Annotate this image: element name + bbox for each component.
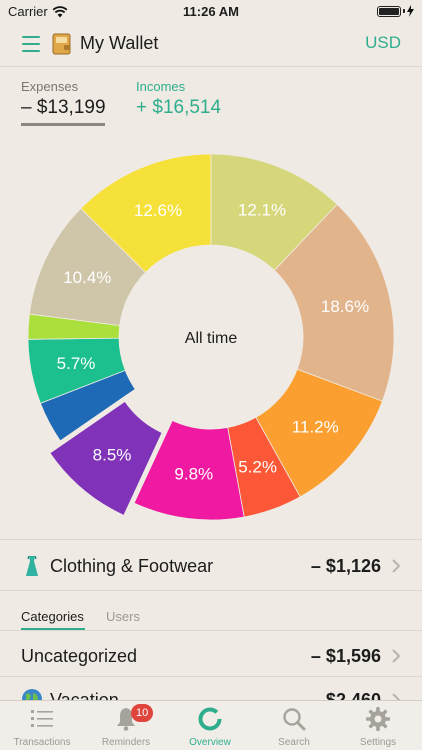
tab-reminders-label: Reminders [101, 737, 151, 748]
chart-divider [0, 539, 422, 540]
slice-percent-label: 5.7% [57, 354, 96, 373]
incomes-tab[interactable]: Incomes + $16,514 [136, 79, 221, 119]
wallet-icon [52, 33, 71, 55]
slice-percent-label: 18.6% [321, 297, 369, 316]
subtab-divider [0, 630, 422, 631]
tab-reminders[interactable]: 10 Reminders [84, 701, 168, 750]
battery-icon [377, 5, 414, 17]
tab-categories[interactable]: Categories [21, 609, 84, 624]
slice-percent-label: 10.4% [63, 268, 111, 287]
chevron-right-icon [392, 559, 401, 573]
expenses-donut-chart[interactable]: 12.1% 18.6% 11.2% 5.2% 9.8% 8.5% 5.7% 10.4% 12.6… [0, 140, 422, 540]
row-divider [0, 676, 422, 677]
list-item[interactable]: Uncategorized – $1,596 [0, 636, 422, 676]
dress-icon [26, 555, 38, 576]
menu-icon[interactable] [22, 36, 40, 52]
charging-icon [407, 5, 414, 17]
row-divider [0, 590, 422, 591]
expenses-tab[interactable]: Expenses – $13,199 [21, 79, 106, 126]
tab-overview-label: Overview [189, 737, 231, 748]
incomes-total: + $16,514 [136, 97, 222, 118]
status-bar: Carrier 11:26 AM [0, 0, 422, 22]
tab-settings-label: Settings [359, 737, 397, 748]
tab-transactions[interactable]: Transactions [0, 701, 84, 750]
expenses-total: – $13,199 [21, 97, 106, 118]
gear-icon [366, 707, 390, 731]
selected-category-label: Clothing & Footwear [50, 556, 214, 576]
clock: 11:26 AM [183, 4, 239, 19]
tab-overview[interactable]: Overview [168, 701, 252, 750]
slice-percent-label: 5.2% [238, 457, 277, 476]
chart-center-label: All time [185, 330, 238, 347]
tab-transactions-label: Transactions [13, 737, 71, 748]
nav-divider [0, 66, 422, 67]
incomes-label: Incomes [136, 79, 186, 94]
list-item-amount: – $1,596 [310, 646, 381, 666]
page-title: My Wallet [80, 33, 159, 53]
tab-search[interactable]: Search [252, 701, 336, 750]
tab-search-label: Search [278, 737, 310, 748]
slice-percent-label: 12.6% [134, 201, 182, 220]
currency-button[interactable]: USD [365, 33, 401, 53]
donut-chart-icon [198, 707, 222, 731]
selected-category-amount: – $1,126 [310, 556, 381, 576]
list-item-label: Uncategorized [21, 646, 138, 666]
selected-category-row[interactable]: Clothing & Footwear – $1,126 [0, 547, 422, 585]
chevron-right-icon [392, 649, 401, 663]
slice-percent-label: 11.2% [292, 418, 339, 437]
donut-chart-svg[interactable]: 12.1% 18.6% 11.2% 5.2% 9.8% 8.5% 5.7% 10.4% 12.6… [0, 140, 422, 540]
reminders-badge: 10 [131, 704, 154, 722]
tab-users[interactable]: Users [106, 609, 140, 624]
expenses-label: Expenses [21, 79, 79, 94]
tab-settings[interactable]: Settings [336, 701, 420, 750]
list-icon [31, 710, 53, 727]
slice-percent-label: 12.1% [238, 200, 286, 219]
search-icon [283, 708, 306, 731]
slice-percent-label: 9.8% [174, 464, 213, 483]
navigation-bar: My Wallet USD [0, 22, 422, 66]
tab-bar: Transactions 10 Reminders Overview Searc… [0, 700, 422, 750]
slice-percent-label: 8.5% [93, 445, 132, 464]
expenses-tab-indicator [21, 123, 105, 126]
